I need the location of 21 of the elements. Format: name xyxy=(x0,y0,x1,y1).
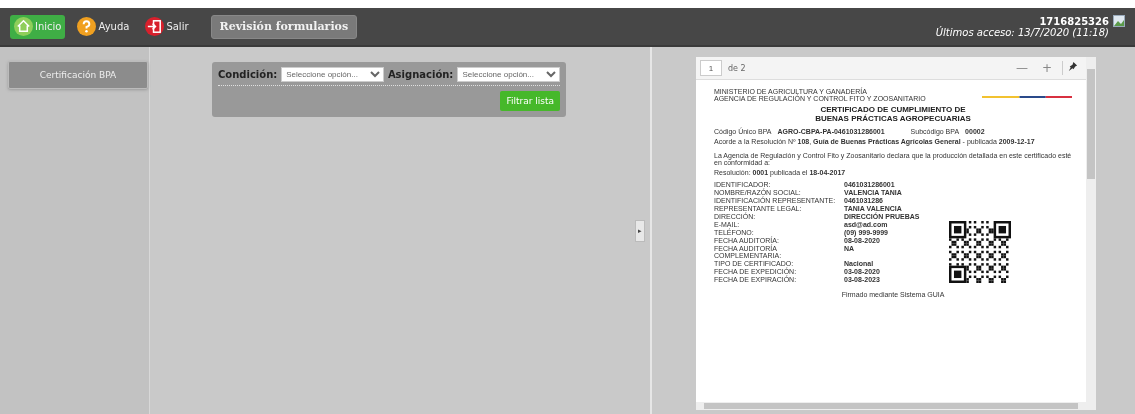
certificate-title: CERTIFICADO DE CUMPLIMIENTO DE BUENAS PRÁCTICAS AGROPECUARIAS xyxy=(814,105,972,123)
assignment-select[interactable]: Seleccione opción... xyxy=(457,67,560,82)
user-id: 1716825326 xyxy=(1039,15,1109,27)
help-icon xyxy=(77,17,97,36)
image-icon xyxy=(1113,15,1125,27)
page-input[interactable]: 1 xyxy=(700,60,722,76)
home-icon xyxy=(14,17,33,36)
zoom-out-button[interactable]: — xyxy=(1011,61,1032,75)
vertical-scrollbar[interactable] xyxy=(1086,57,1096,410)
qr-code xyxy=(949,221,1012,283)
nav-button[interactable]: Ayuda xyxy=(73,14,134,39)
page-total: de 2 xyxy=(728,63,746,73)
pin-icon xyxy=(1067,61,1078,72)
assignment-label: Asignación: xyxy=(387,69,454,80)
condition-select[interactable]: Seleccione opción... xyxy=(281,67,384,82)
section-button[interactable]: Revisión formularios xyxy=(210,14,358,39)
horizontal-scrollbar[interactable] xyxy=(696,402,1086,410)
last-access: Últimos acceso: 13/7/2020 (11:18) xyxy=(935,27,1109,38)
nav-button[interactable]: Salir xyxy=(141,14,193,39)
condition-label: Condición: xyxy=(218,69,278,80)
exit-icon xyxy=(145,17,165,36)
